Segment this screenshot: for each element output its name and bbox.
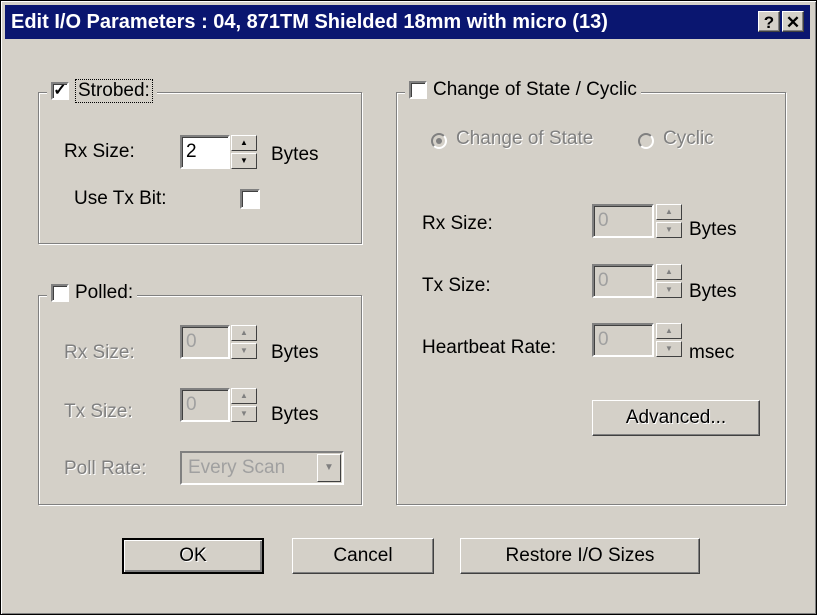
polled-legend: Polled:: [47, 282, 138, 304]
cos-tx-input[interactable]: 0: [592, 264, 654, 298]
heartbeat-label: Heartbeat Rate:: [422, 337, 557, 358]
cos-legend: Change of State / Cyclic: [405, 79, 641, 101]
polled-tx-unit: Bytes: [271, 404, 319, 425]
radio-cyclic-label[interactable]: Cyclic: [663, 128, 714, 150]
spin-up-icon[interactable]: ▲: [656, 323, 682, 339]
cos-label[interactable]: Change of State / Cyclic: [433, 79, 637, 101]
use-tx-label: Use Tx Bit:: [74, 188, 167, 209]
chevron-down-icon[interactable]: ▼: [317, 454, 341, 482]
cos-tx-label: Tx Size:: [422, 275, 491, 296]
cos-tx-spinner[interactable]: ▲ ▼: [656, 264, 682, 298]
radio-change-of-state[interactable]: [431, 133, 447, 149]
strobed-rx-input[interactable]: 2: [180, 135, 230, 169]
polled-tx-spinner[interactable]: ▲ ▼: [231, 388, 257, 422]
spin-down-icon[interactable]: ▼: [231, 343, 257, 359]
poll-rate-label: Poll Rate:: [64, 458, 147, 479]
polled-rx-input[interactable]: 0: [180, 325, 230, 359]
spin-up-icon[interactable]: ▲: [231, 388, 257, 404]
spin-down-icon[interactable]: ▼: [656, 282, 682, 298]
spin-up-icon[interactable]: ▲: [656, 204, 682, 220]
spin-up-icon[interactable]: ▲: [231, 135, 257, 151]
polled-rx-label: Rx Size:: [64, 342, 135, 363]
close-button[interactable]: ✕: [782, 11, 804, 32]
cos-rx-input[interactable]: 0: [592, 204, 654, 238]
title-bar[interactable]: Edit I/O Parameters : 04, 871TM Shielded…: [5, 5, 810, 39]
polled-tx-input[interactable]: 0: [180, 388, 230, 422]
radio-change-of-state-label[interactable]: Change of State: [456, 128, 593, 150]
strobed-rx-unit: Bytes: [271, 144, 319, 165]
spin-down-icon[interactable]: ▼: [656, 341, 682, 357]
strobed-legend: ✓ Strobed:: [47, 79, 157, 103]
strobed-rx-label: Rx Size:: [64, 141, 135, 162]
advanced-button[interactable]: Advanced...: [592, 400, 760, 436]
spin-down-icon[interactable]: ▼: [231, 406, 257, 422]
cos-rx-unit: Bytes: [689, 219, 737, 240]
strobed-rx-spinner[interactable]: ▲ ▼: [231, 135, 257, 169]
use-tx-checkbox[interactable]: [240, 189, 260, 209]
polled-rx-spinner[interactable]: ▲ ▼: [231, 325, 257, 359]
spin-down-icon[interactable]: ▼: [656, 222, 682, 238]
ok-button[interactable]: OK: [122, 538, 264, 574]
strobed-checkbox[interactable]: ✓: [51, 82, 69, 100]
dialog-window: Edit I/O Parameters : 04, 871TM Shielded…: [0, 0, 817, 615]
cos-rx-spinner[interactable]: ▲ ▼: [656, 204, 682, 238]
spin-up-icon[interactable]: ▲: [656, 264, 682, 280]
spin-down-icon[interactable]: ▼: [231, 153, 257, 169]
polled-rx-unit: Bytes: [271, 342, 319, 363]
polled-label[interactable]: Polled:: [75, 282, 133, 304]
restore-io-sizes-button[interactable]: Restore I/O Sizes: [460, 538, 700, 574]
cos-rx-label: Rx Size:: [422, 213, 493, 234]
cancel-button[interactable]: Cancel: [292, 538, 434, 574]
polled-checkbox[interactable]: [51, 284, 69, 302]
cos-checkbox[interactable]: [409, 81, 427, 99]
poll-rate-value: Every Scan: [188, 457, 286, 478]
heartbeat-input[interactable]: 0: [592, 323, 654, 357]
window-title: Edit I/O Parameters : 04, 871TM Shielded…: [11, 11, 608, 33]
heartbeat-spinner[interactable]: ▲ ▼: [656, 323, 682, 357]
polled-tx-label: Tx Size:: [64, 401, 133, 422]
heartbeat-unit: msec: [689, 342, 735, 363]
spin-up-icon[interactable]: ▲: [231, 325, 257, 341]
cos-tx-unit: Bytes: [689, 281, 737, 302]
poll-rate-select[interactable]: Every Scan ▼: [180, 451, 344, 485]
help-button[interactable]: ?: [758, 11, 780, 32]
radio-cyclic[interactable]: [638, 133, 654, 149]
strobed-label[interactable]: Strobed:: [75, 79, 153, 103]
